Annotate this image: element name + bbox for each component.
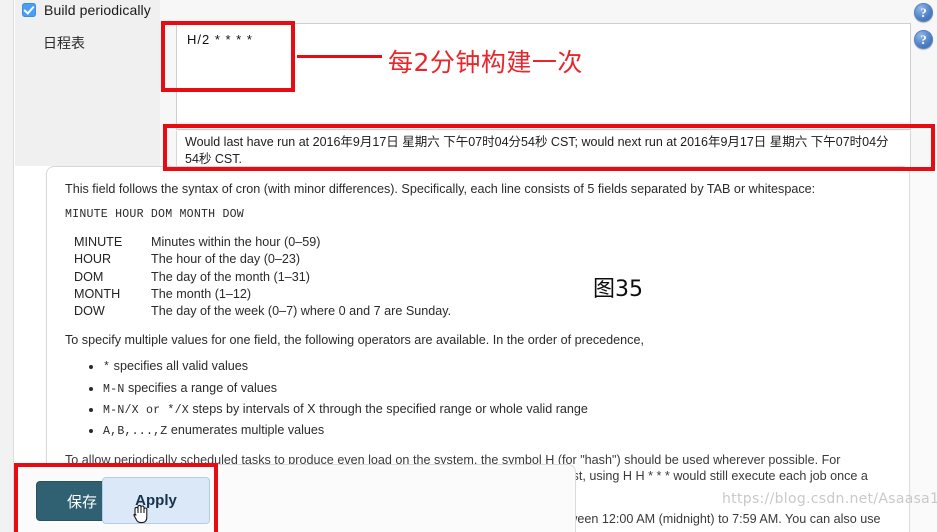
annotation-box-schedule: [161, 21, 295, 92]
annotation-leader-line: [297, 55, 382, 58]
help-intro: This field follows the syntax of cron (w…: [65, 182, 816, 196]
form-label-column: [15, 0, 160, 166]
field-name: MONTH: [74, 287, 121, 302]
help-icon[interactable]: ?: [914, 30, 933, 49]
annotation-box-next-run: [163, 124, 935, 171]
help-operators-intro: To specify multiple values for one field…: [65, 332, 644, 347]
operator-text: specifies a range of values: [124, 380, 278, 395]
field-desc: The month (1–12): [151, 287, 252, 302]
cron-operator-list: * specifies all valid values M-N specifi…: [65, 358, 891, 441]
schedule-field-label: 日程表: [43, 36, 85, 52]
table-row: HOUR The hour of the day (0–23): [65, 251, 451, 268]
list-item: A,B,...,Z enumerates multiple values: [103, 422, 891, 440]
table-row: MONTH The month (1–12): [65, 286, 451, 303]
build-periodically-checkbox[interactable]: [22, 3, 36, 17]
field-name: DOW: [74, 304, 105, 319]
build-periodically-label: Build periodically: [44, 2, 151, 18]
table-row: DOM The day of the month (1–31): [65, 269, 451, 286]
operator-text: specifies all valid values: [110, 359, 249, 374]
operator-text: enumerates multiple values: [167, 423, 325, 438]
table-row: DOW The day of the week (0–7) where 0 an…: [65, 303, 451, 320]
right-gutter: [910, 166, 937, 532]
help-icon[interactable]: ?: [914, 3, 933, 22]
field-name: MINUTE: [74, 234, 123, 249]
help-syntax-line: MINUTE HOUR DOM MONTH DOW: [65, 208, 244, 222]
list-item: * specifies all valid values: [103, 358, 891, 376]
annotation-box-buttons: [14, 463, 218, 532]
cron-field-table: MINUTE Minutes within the hour (0–59) HO…: [65, 234, 451, 321]
field-name: DOM: [74, 269, 104, 284]
field-desc: The hour of the day (0–23): [151, 252, 301, 267]
list-item: M-N/X or */X steps by intervals of X thr…: [103, 401, 891, 419]
field-name: HOUR: [74, 252, 112, 267]
figure-caption: 图35: [593, 277, 643, 302]
left-rail: [0, 0, 14, 532]
operator-code: A,B,...,Z: [103, 425, 168, 439]
operator-text: steps by intervals of X through the spec…: [188, 402, 588, 417]
build-periodically-checkbox-row[interactable]: Build periodically: [22, 2, 151, 18]
operator-code: M-N: [103, 382, 125, 396]
page-root: Build periodically 日程表 H/2 * * * * Would…: [0, 0, 937, 532]
annotation-note-text: 每2分钟构建一次: [388, 48, 583, 77]
field-desc: The day of the week (0–7) where 0 and 7 …: [151, 304, 452, 319]
panel-right-rule: [909, 170, 910, 532]
table-row: MINUTE Minutes within the hour (0–59): [65, 234, 451, 251]
field-desc: Minutes within the hour (0–59): [151, 234, 321, 249]
operator-code: M-N/X or */X: [103, 404, 189, 418]
field-desc: The day of the month (1–31): [151, 269, 310, 284]
list-item: M-N specifies a range of values: [103, 380, 891, 398]
